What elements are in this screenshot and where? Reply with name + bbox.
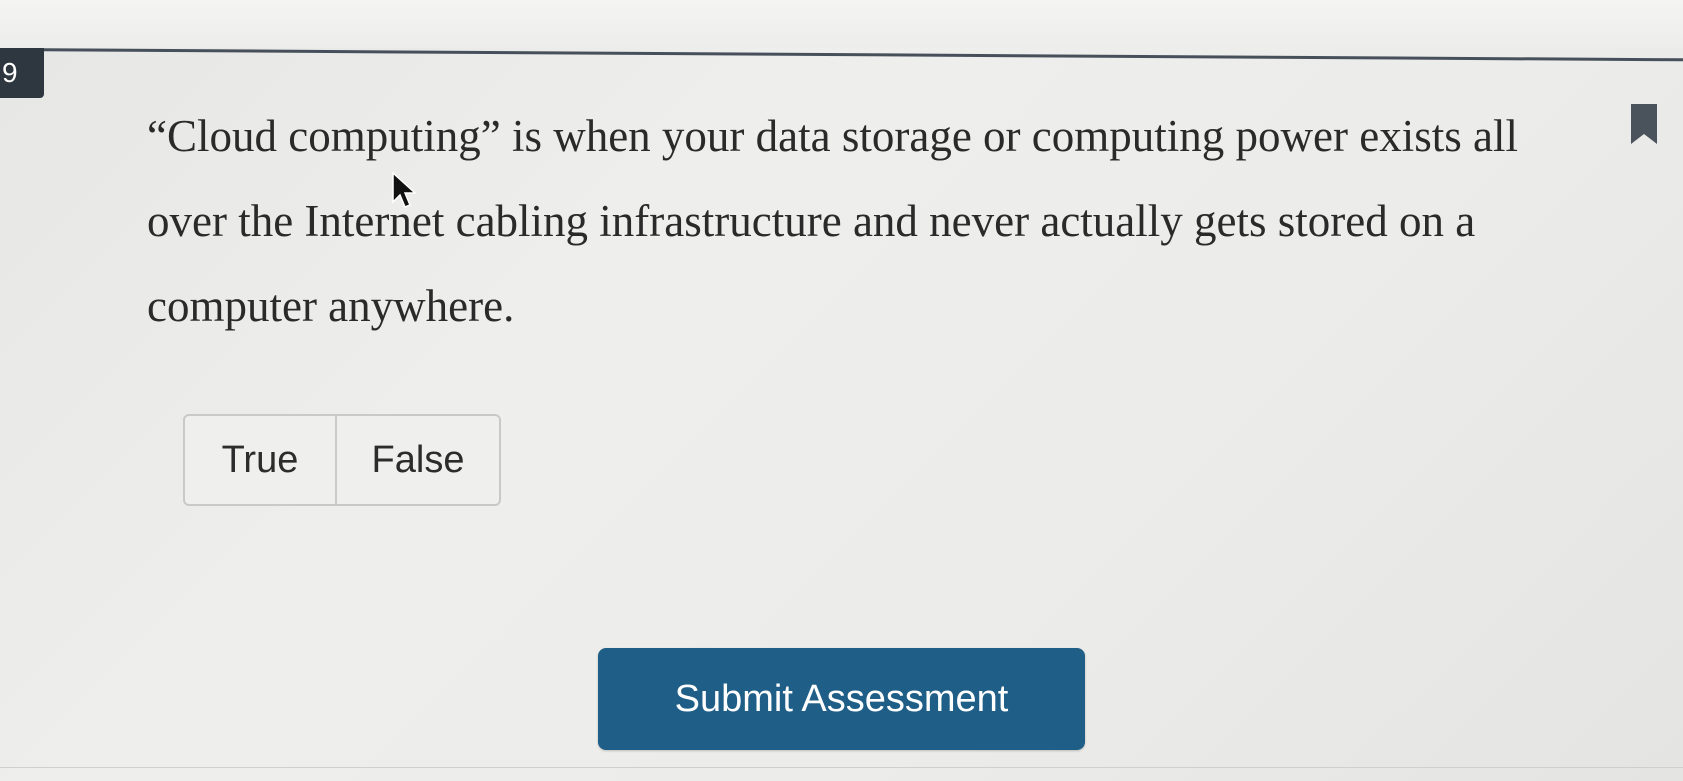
bookmark-icon[interactable] [1631, 104, 1657, 144]
true-false-choice-group: True False [183, 414, 501, 506]
false-option-button[interactable]: False [337, 416, 499, 504]
submit-assessment-button[interactable]: Submit Assessment [598, 648, 1085, 750]
header-divider [0, 48, 1683, 62]
true-option-button[interactable]: True [185, 416, 337, 504]
footer-divider [0, 767, 1683, 768]
top-header-area [0, 0, 1683, 48]
question-text: “Cloud computing” is when your data stor… [147, 111, 1518, 331]
question-number-badge: 9 [0, 48, 44, 98]
